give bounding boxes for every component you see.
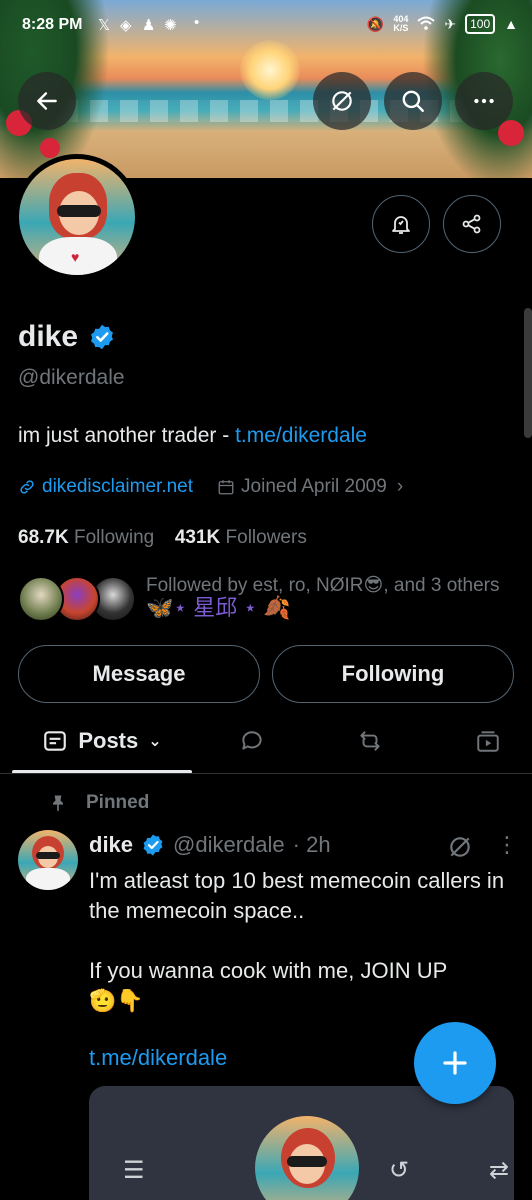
post-link[interactable]: t.me/dikerdale <box>89 1045 227 1071</box>
avatar-shirt <box>26 868 70 890</box>
calendar-icon <box>218 480 234 495</box>
post-text-gap <box>89 926 509 956</box>
post-time: · 2h <box>292 832 331 857</box>
following-count: 68.7K <box>18 527 69 548</box>
more-dots-icon <box>474 98 494 104</box>
post-author-name[interactable]: dike <box>89 832 133 858</box>
followers-count: 431K <box>174 527 221 548</box>
tab-replies[interactable] <box>222 712 282 770</box>
following-button[interactable]: Following <box>272 645 514 703</box>
netspeed-unit: K/S <box>393 23 409 33</box>
plus-icon <box>443 1051 467 1075</box>
profile-bio: im just another trader - t.me/dikerdale <box>18 424 367 448</box>
avatar-sunglasses <box>287 1156 327 1167</box>
verified-badge-icon <box>143 834 163 856</box>
search-button[interactable] <box>384 72 442 130</box>
undo-icon: ↺ <box>389 1157 410 1184</box>
followers-stat[interactable]: 431K Followers <box>175 527 307 548</box>
compose-post-button[interactable] <box>414 1022 496 1104</box>
more-button[interactable] <box>455 72 513 130</box>
banner-flower <box>498 120 524 146</box>
status-right: 🔕 404 K/S ✈ 100 ▲ <box>367 14 518 34</box>
alert-icon: ▲ <box>504 16 518 32</box>
follow-stats: 68.7K Following 431K Followers <box>18 527 307 549</box>
bio-text: im just another trader - <box>18 424 236 447</box>
tab-reposts[interactable] <box>340 712 400 770</box>
profile-name-row: dike <box>18 320 116 354</box>
avatar-sunglasses <box>36 852 60 859</box>
link-icon <box>20 480 34 494</box>
followers-label: Followers <box>225 527 307 548</box>
scrollbar[interactable] <box>524 308 532 438</box>
bio-link[interactable]: t.me/dikerdale <box>235 424 367 447</box>
reply-icon <box>242 731 262 750</box>
post-emoji: 🫡👇 <box>89 988 144 1013</box>
joined-date: Joined April 2009 <box>241 476 387 497</box>
grok-icon <box>332 91 352 111</box>
follower-avatar <box>18 576 64 622</box>
followed-by-overlay: 🦋⋆ 星邱 ⋆ 🍂 <box>146 595 291 620</box>
mute-icon: 🔕 <box>366 15 385 32</box>
media-avatar <box>255 1116 359 1200</box>
post-text-line1: I'm atleast top 10 best memecoin callers… <box>89 868 505 923</box>
post-grok-button[interactable] <box>447 834 473 865</box>
posts-icon <box>44 731 67 751</box>
repost-icon <box>360 731 380 751</box>
post-author-handle: @dikerdale <box>173 832 285 857</box>
post-text-line2: If you wanna cook with me, JOIN UP <box>89 958 448 983</box>
grok-icon <box>450 837 470 857</box>
battery-indicator: 100 <box>465 14 496 34</box>
airplane-icon: ✈ <box>444 15 457 32</box>
app-icon: ♟ <box>142 17 156 34</box>
pinned-label-row: Pinned <box>48 792 149 814</box>
followed-by-row[interactable]: Followed by est, ro, NØIR😎, and 3 others… <box>18 574 518 628</box>
post-avatar[interactable] <box>18 830 78 890</box>
website-link[interactable]: dikedisclaimer.net <box>42 476 193 498</box>
chevron-right-icon[interactable]: › <box>397 476 403 498</box>
rotate-icon: ⇄ <box>489 1157 510 1184</box>
following-label: Following <box>73 527 155 548</box>
heart-icon: ♥ <box>71 249 80 265</box>
binance-icon: ◈ <box>120 17 132 34</box>
media-icon <box>477 731 499 752</box>
profile-avatar[interactable]: ♥ <box>14 154 140 280</box>
profile-tabs: Posts ⌄ <box>0 712 532 774</box>
tab-posts[interactable]: Posts ⌄ <box>12 712 192 770</box>
banner-sun <box>240 40 300 100</box>
post-text: I'm atleast top 10 best memecoin callers… <box>89 866 509 1016</box>
wifi-icon <box>417 16 436 33</box>
post-more-icon[interactable]: ⋮ <box>496 834 518 856</box>
aperture-icon: ✺ <box>164 17 177 34</box>
x-app-icon: 𝕏 <box>98 17 111 34</box>
following-stat[interactable]: 68.7K Following <box>18 527 154 548</box>
tab-posts-label: Posts <box>78 728 139 753</box>
bell-check-icon <box>392 216 410 234</box>
notifications-button[interactable] <box>372 195 430 253</box>
tabs-divider <box>0 773 532 774</box>
back-arrow-icon <box>37 92 57 110</box>
pinned-label: Pinned <box>86 792 150 813</box>
profile-meta: dikedisclaimer.net Joined April 2009 › <box>18 476 403 498</box>
avatar-sunglasses <box>57 205 101 217</box>
status-time: 8:28 PM <box>22 16 83 33</box>
status-bar: 8:28 PM 𝕏 ◈ ♟ ✺ • 🔕 404 K/S ✈ 100 ▲ <box>0 12 532 42</box>
chevron-down-icon: ⌄ <box>148 733 162 750</box>
share-button[interactable] <box>443 195 501 253</box>
tab-media[interactable] <box>458 712 518 770</box>
message-button[interactable]: Message <box>18 645 260 703</box>
back-button[interactable] <box>18 72 76 130</box>
profile-handle: @dikerdale <box>18 366 125 389</box>
dot-icon: • <box>194 14 200 31</box>
profile-name: dike <box>18 320 79 353</box>
netspeed: 404 K/S <box>393 15 408 33</box>
pin-icon <box>53 795 63 812</box>
menu-icon: ☰ <box>123 1157 145 1184</box>
post-header: dike @dikerdale · 2h <box>89 832 331 858</box>
verified-badge-icon[interactable] <box>88 323 116 351</box>
banner-flower <box>40 138 60 158</box>
grok-button[interactable] <box>313 72 371 130</box>
share-icon <box>462 214 481 234</box>
search-icon <box>402 90 424 112</box>
